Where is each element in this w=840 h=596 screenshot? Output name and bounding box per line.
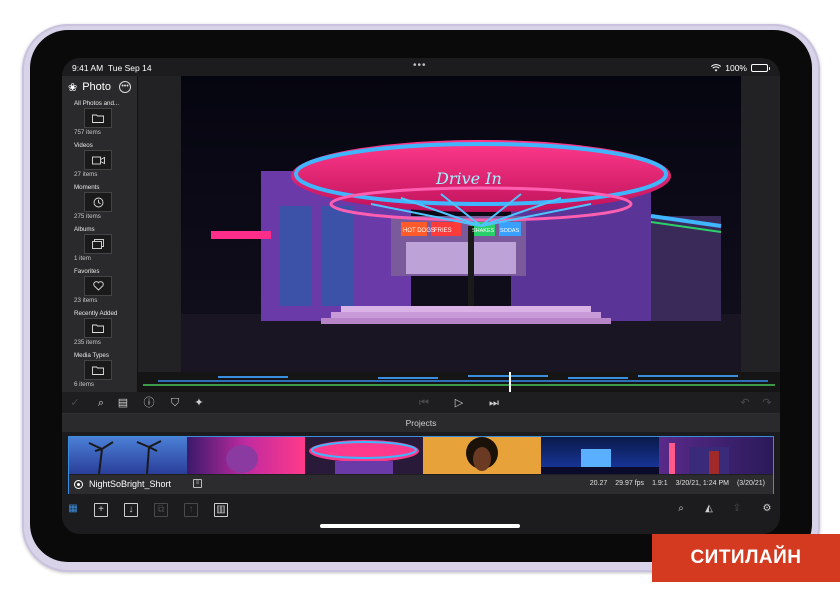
battery-icon — [751, 64, 770, 72]
sidebar-item-recently-added[interactable]: Recently Added 235 items — [62, 308, 137, 350]
bottom-toolbar: ▦ + ↓ ⧉ ↑ ▥ ⌕ ◭ ⇪ ⚙ — [62, 498, 780, 534]
sidebar-item-count: 23 items — [74, 297, 98, 304]
sign-drive-in: Drive In — [435, 169, 502, 188]
sidebar-item-count: 1 item — [74, 255, 91, 262]
filmstrip-frame — [305, 437, 423, 474]
filmstrip-frame — [541, 437, 659, 474]
sidebar-item-label: Albums — [74, 226, 95, 233]
redo-icon[interactable]: ↷ — [760, 396, 774, 410]
project-select-radio[interactable] — [74, 480, 83, 489]
timeline-tracks — [143, 372, 775, 392]
sidebar-item-count: 235 items — [74, 339, 101, 346]
sidebar-item-count: 275 items — [74, 213, 101, 220]
sidebar-item-label: Recently Added — [74, 310, 118, 317]
project-aspect: 1.9:1 — [652, 480, 668, 487]
multitasking-dots-icon[interactable]: ••• — [413, 60, 427, 71]
export-icon[interactable]: ⇪ — [730, 503, 744, 517]
project-duration: 20.27 — [589, 480, 608, 487]
sign-shakes: SHAKES — [472, 228, 495, 234]
video-camera-icon — [84, 150, 112, 170]
folder-icon — [84, 318, 112, 338]
photo-sidebar: ❀ Photo ••• All Photos and... 757 items … — [62, 76, 138, 401]
new-project-icon[interactable]: + — [94, 503, 108, 517]
project-meta: 20.27 29.97 fps 1.9:1 3/20/21, 1:24 PM (… — [590, 480, 765, 487]
sidebar-item-label: All Photos and... — [74, 100, 120, 107]
project-created: (3/20/21) — [736, 480, 765, 487]
share-icon[interactable]: ↑ — [184, 503, 198, 517]
notes-icon[interactable]: ≡ — [193, 479, 202, 488]
sidebar-item-videos[interactable]: Videos 27 items — [62, 140, 137, 182]
sidebar-header: ❀ Photo ••• — [62, 76, 137, 98]
project-fps: 29.97 fps — [615, 480, 645, 487]
effects-icon[interactable]: ✦ — [192, 396, 206, 410]
status-time: 9:41 AM Tue Sep 14 — [72, 63, 152, 73]
more-options-icon[interactable]: ••• — [119, 81, 131, 93]
folder-icon — [84, 360, 112, 380]
projects-header: Projects — [62, 414, 780, 432]
filmstrip-frame — [659, 437, 773, 474]
project-name: NightSoBright_Short — [89, 479, 172, 489]
marker-icon[interactable]: ⛉ — [168, 396, 182, 410]
sidebar-item-all-photos[interactable]: All Photos and... 757 items — [62, 98, 137, 140]
heart-icon — [84, 276, 112, 296]
playhead[interactable] — [509, 372, 511, 392]
sidebar-item-count: 757 items — [74, 129, 101, 136]
app-screen: 9:41 AM Tue Sep 14 ••• 100% ❀ Photo ••• … — [62, 58, 780, 534]
project-info-bar: NightSoBright_Short ≡ 20.27 29.97 fps 1.… — [69, 475, 773, 494]
filmstrip-frame — [187, 437, 305, 474]
status-bar: 9:41 AM Tue Sep 14 ••• 100% — [62, 58, 780, 76]
sidebar-title: Photo — [82, 81, 111, 93]
library-icon[interactable]: ▤ — [116, 396, 130, 410]
sidebar-item-albums[interactable]: Albums 1 item — [62, 224, 137, 266]
project-date: 3/20/21, 1:24 PM — [675, 480, 729, 487]
battery-percent: 100% — [725, 63, 747, 73]
sidebar-item-label: Media Types — [74, 352, 109, 359]
sidebar-item-media-types[interactable]: Media Types 6 items — [62, 350, 137, 392]
project-row[interactable]: NightSoBright_Short ≡ 20.27 29.97 fps 1.… — [68, 436, 774, 494]
sidebar-item-label: Favorites — [74, 268, 100, 275]
sign-fries: FRIES — [434, 228, 452, 234]
checkmark-icon[interactable]: ✓ — [68, 396, 82, 410]
skip-forward-icon[interactable]: ⏭ — [487, 396, 501, 410]
wifi-icon — [711, 64, 722, 72]
search-icon[interactable]: ⌕ — [94, 396, 108, 410]
home-indicator[interactable] — [320, 524, 520, 528]
sign-sodas: SODAS — [500, 228, 520, 234]
search-icon[interactable]: ⌕ — [674, 503, 688, 517]
folder-icon — [84, 108, 112, 128]
sidebar-item-label: Videos — [74, 142, 93, 149]
user-icon[interactable]: ◭ — [702, 503, 716, 517]
sidebar-item-moments[interactable]: Moments 275 items — [62, 182, 137, 224]
sidebar-item-count: 27 items — [74, 171, 98, 178]
sign-hot-dogs: HOT DOGS — [403, 228, 435, 234]
drive-in-scene: Drive In HOT DOGS FRIES SHAKES SODAS — [181, 76, 741, 372]
video-preview[interactable]: Drive In HOT DOGS FRIES SHAKES SODAS — [138, 76, 780, 372]
clock-icon — [84, 192, 112, 212]
skip-back-icon[interactable]: ⏮ — [417, 396, 431, 410]
transport-bar: ✓ ⌕ ▤ ⓘ ⛉ ✦ ⏮ ▷ ⏭ ↶ ↷ — [62, 392, 780, 414]
project-filmstrip — [69, 437, 773, 474]
filmstrip-frame — [69, 437, 187, 474]
flower-icon: ❀ — [68, 81, 78, 94]
timeline-strip[interactable] — [138, 372, 780, 392]
play-icon[interactable]: ▷ — [452, 396, 466, 410]
trash-icon[interactable]: ▥ — [214, 503, 228, 517]
gear-icon[interactable]: ⚙ — [760, 503, 774, 517]
sidebar-item-favorites[interactable]: Favorites 23 items — [62, 266, 137, 308]
filmstrip-frame — [423, 437, 541, 474]
import-icon[interactable]: ↓ — [124, 503, 138, 517]
duplicate-icon[interactable]: ⧉ — [154, 503, 168, 517]
sidebar-item-count: 6 items — [74, 381, 94, 388]
sidebar-item-label: Moments — [74, 184, 100, 191]
brand-logo: СИТИЛАЙН — [652, 534, 840, 582]
albums-icon — [84, 234, 112, 254]
info-icon[interactable]: ⓘ — [142, 396, 156, 410]
project-browser-icon[interactable]: ▦ — [66, 503, 80, 517]
undo-icon[interactable]: ↶ — [738, 396, 752, 410]
status-right: 100% — [711, 63, 770, 73]
